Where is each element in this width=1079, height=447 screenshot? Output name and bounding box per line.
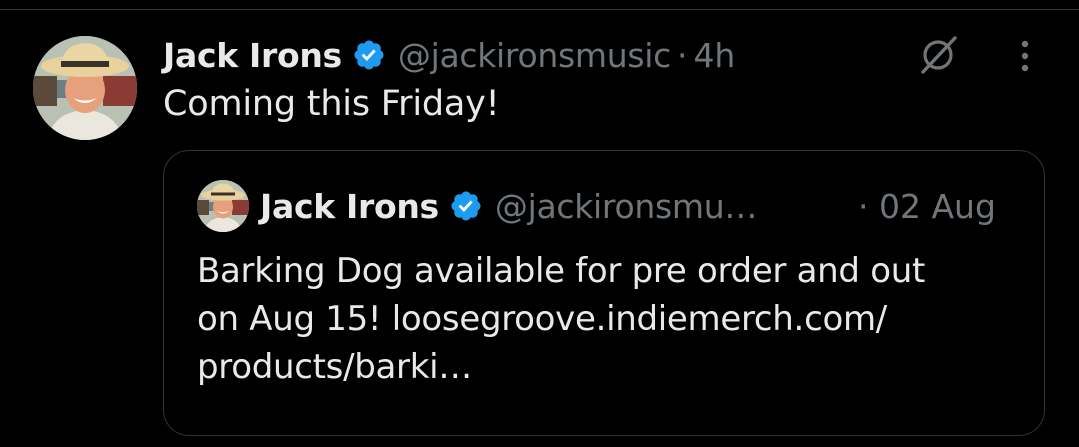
verified-badge-icon[interactable]: [352, 38, 386, 72]
quoted-tweet-text: Barking Dog available for pre order and …: [197, 247, 1027, 391]
author-handle[interactable]: @jackironsmusic: [398, 36, 671, 75]
grok-icon[interactable]: [915, 32, 961, 78]
tweet-timestamp[interactable]: 4h: [693, 36, 735, 75]
quoted-tweet-header: Jack Irons @jackironsmu…: [260, 181, 757, 231]
tweet-header: Jack Irons @jackironsmusic · 4h: [163, 30, 735, 80]
quoted-text-line: products/barki…: [197, 347, 472, 387]
tweet-text: Coming this Friday!: [163, 84, 500, 124]
divider: [0, 9, 1079, 10]
quoted-text-line: Barking Dog available for pre order and …: [197, 251, 925, 291]
quoted-tweet-card[interactable]: Jack Irons @jackironsmu… · 02 Aug Barkin…: [163, 150, 1045, 436]
separator-dot: ·: [676, 35, 688, 75]
quoted-author-name[interactable]: Jack Irons: [260, 187, 439, 226]
avatar-photo: [197, 180, 249, 232]
quoted-author-avatar[interactable]: [197, 180, 249, 232]
author-name[interactable]: Jack Irons: [163, 36, 342, 75]
author-avatar[interactable]: [33, 36, 137, 140]
quoted-author-handle[interactable]: @jackironsmu…: [495, 187, 757, 226]
avatar-photo: [33, 36, 137, 140]
more-vertical-icon[interactable]: [1010, 38, 1040, 74]
quoted-text-line: on Aug 15! loosegroove.indiemerch.com/: [197, 299, 887, 339]
verified-badge-icon[interactable]: [449, 189, 483, 223]
quoted-tweet-timestamp[interactable]: · 02 Aug: [858, 181, 996, 231]
